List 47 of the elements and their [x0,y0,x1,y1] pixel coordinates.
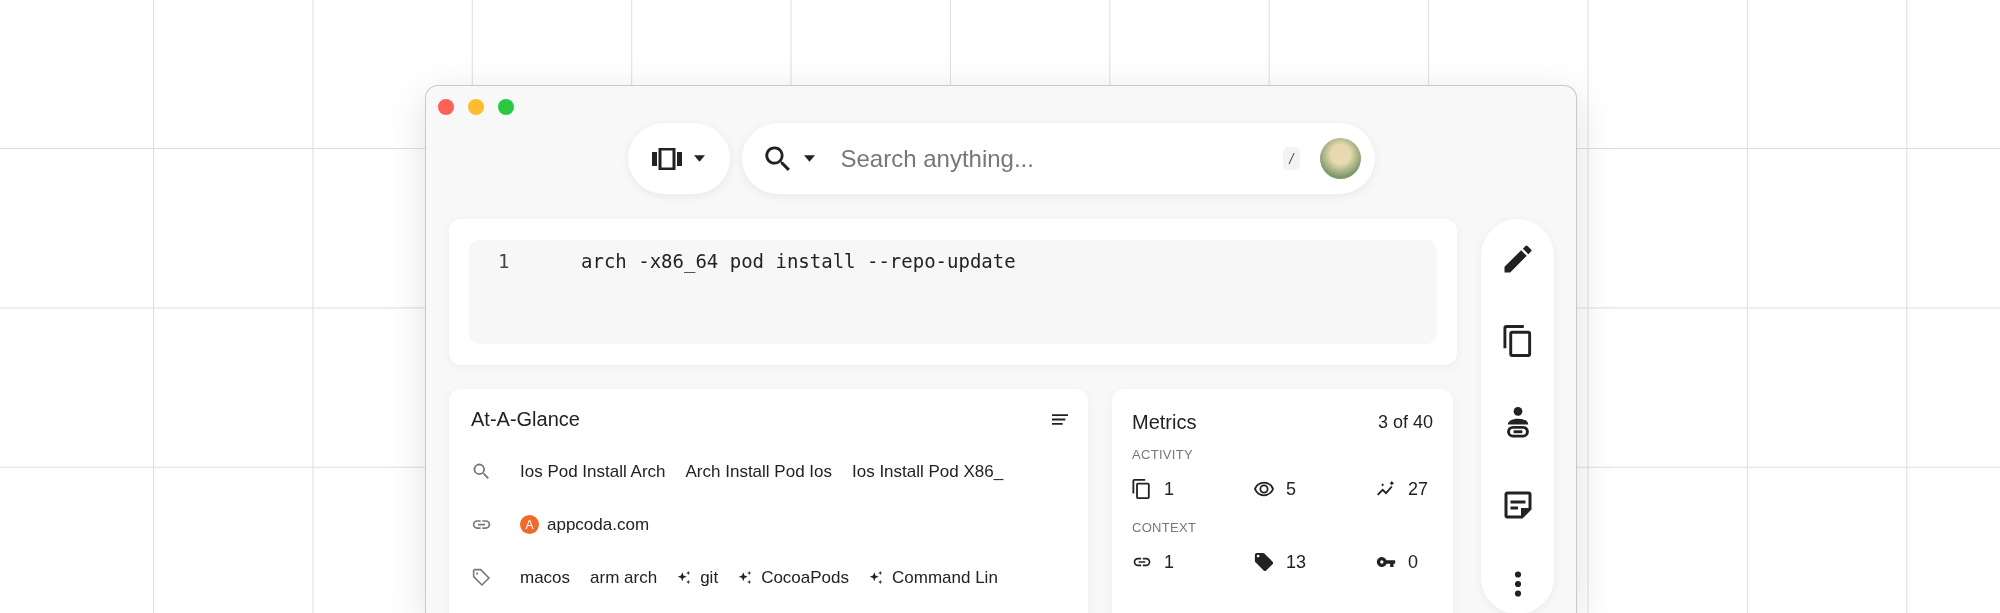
metrics-count: 3 of 40 [1377,411,1433,433]
suggested-tag[interactable]: CocoaPods [738,567,849,588]
tag-label[interactable]: macos [520,567,571,588]
note-icon[interactable] [1502,489,1533,521]
card-title: At-A-Glance [471,407,580,431]
suggested-tag[interactable]: git [677,567,719,588]
section-label: ACTIVITY [1132,447,1194,462]
site-link[interactable]: appcoda.com [547,514,650,535]
metric-value: 0 [1408,551,1418,573]
metric-value: 13 [1286,551,1307,573]
section-label: CONTEXT [1132,520,1198,535]
search-suggestion[interactable]: Ios Pod Install Arch [520,461,666,482]
metric-value: 1 [1164,551,1174,573]
line-number: 1 [497,250,511,272]
shortcut-key: / [1283,147,1300,170]
metric-value: 1 [1164,478,1174,500]
search-suggestion[interactable]: Ios Install Pod X86_ [852,461,1004,482]
search-suggestion[interactable]: Arch Install Pod Ios [685,461,832,482]
copy-icon[interactable] [1502,325,1533,357]
tag-icon [471,567,492,588]
copy-icon [1132,479,1152,499]
avatar[interactable] [1319,138,1361,179]
link-chip[interactable]: A appcoda.com [520,514,650,535]
search-icon[interactable] [763,144,792,173]
tag-label[interactable]: arm arch [590,567,658,588]
metric-value: 5 [1286,478,1296,500]
sparkle-icon [869,570,884,585]
sort-icon[interactable] [1052,413,1068,425]
code-line: arch -x86_64 pod install --repo-update [581,250,1016,272]
favicon: A [520,515,539,534]
tag-label: git [700,567,719,588]
metric-value: 27 [1408,478,1429,500]
tag-label: Command Lin [892,567,998,588]
suggested-tag[interactable]: Command Lin [869,567,998,588]
search-bar[interactable]: Search anything... / [741,123,1375,194]
pencil-icon[interactable] [1502,243,1533,275]
tag-icon [1254,552,1274,572]
eye-icon [1254,479,1274,499]
search-icon [471,461,492,482]
caret-icon [694,155,705,162]
tag-label: CocoaPods [761,567,849,588]
search-field[interactable]: Search anything... [838,143,1284,174]
card-title: Metrics [1132,410,1197,434]
close-button[interactable] [438,99,454,115]
carousel-icon [652,147,682,170]
more-icon[interactable] [1513,571,1522,597]
caret-icon[interactable] [803,155,815,162]
